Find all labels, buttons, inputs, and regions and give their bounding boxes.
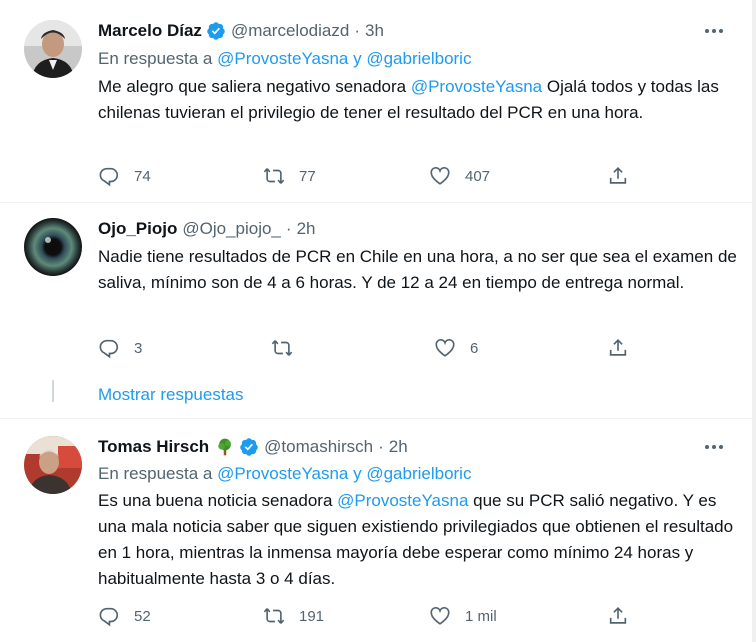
retweet-button[interactable]: 191 — [263, 603, 324, 629]
divider — [0, 202, 752, 203]
tweet-text-part: Me alegro que saliera negativo senadora — [98, 77, 411, 96]
tweet-tomas-hirsch[interactable]: Tomas Hirsch @tomashirsch · 2h En respue… — [0, 436, 752, 636]
like-button[interactable]: 1 mil — [429, 603, 497, 629]
share-button[interactable] — [607, 335, 629, 361]
share-icon — [609, 607, 627, 624]
tweet-text-part: Es una buena noticia senadora — [98, 491, 338, 510]
reply-button[interactable]: 52 — [98, 603, 151, 629]
retweet-button[interactable]: 77 — [263, 163, 316, 189]
tweet-marcelo-diaz[interactable]: Marcelo Díaz @marcelodiazd · 3h En respu… — [0, 20, 752, 190]
author-handle[interactable]: @tomashirsch — [264, 437, 373, 457]
reply-count: 74 — [134, 167, 151, 185]
reply-prefix: En respuesta a — [98, 49, 213, 68]
like-count: 1 mil — [465, 607, 497, 625]
reply-mentions[interactable]: @ProvosteYasna y @gabrielboric — [217, 464, 471, 483]
avatar[interactable] — [24, 20, 82, 78]
share-icon — [609, 167, 627, 184]
share-icon — [609, 339, 627, 356]
reply-button[interactable]: 74 — [98, 163, 151, 189]
tweet-actions: 3 6 — [98, 335, 638, 361]
tweet-header: Marcelo Díaz @marcelodiazd · 3h — [98, 20, 384, 42]
retweet-icon — [271, 340, 293, 356]
thread-line — [52, 380, 54, 402]
tweet-header: Tomas Hirsch @tomashirsch · 2h — [98, 436, 408, 458]
like-icon — [435, 338, 455, 357]
more-icon[interactable] — [702, 436, 726, 458]
tweet-ojo-piojo[interactable]: Ojo_Piojo @Ojo_piojo_ · 2h Nadie tiene r… — [0, 218, 752, 368]
author-name[interactable]: Ojo_Piojo — [98, 219, 177, 239]
scrollbar[interactable] — [752, 0, 756, 642]
tweet-time[interactable]: 2h — [389, 437, 408, 457]
like-count: 407 — [465, 167, 491, 185]
author-name[interactable]: Tomas Hirsch — [98, 437, 209, 457]
separator-dot: · — [378, 437, 384, 456]
tweet-text: Nadie tiene resultados de PCR en Chile e… — [98, 247, 737, 292]
avatar[interactable] — [24, 218, 82, 276]
author-name[interactable]: Marcelo Díaz — [98, 21, 202, 41]
share-button[interactable] — [607, 163, 629, 189]
more-icon[interactable] — [702, 20, 726, 42]
separator-dot: · — [354, 21, 360, 40]
reply-icon — [99, 607, 119, 627]
mention-link[interactable]: @ProvosteYasna — [337, 491, 468, 510]
retweet-button[interactable] — [271, 335, 307, 361]
tweet-header: Ojo_Piojo @Ojo_piojo_ · 2h — [98, 218, 315, 240]
avatar[interactable] — [24, 436, 82, 494]
reply-icon — [99, 167, 119, 187]
reply-context: En respuesta a @ProvosteYasna y @gabriel… — [98, 49, 471, 69]
tweet-time[interactable]: 2h — [297, 219, 316, 239]
author-handle[interactable]: @Ojo_piojo_ — [182, 219, 281, 239]
like-icon — [430, 166, 450, 185]
reply-count: 52 — [134, 607, 151, 625]
reply-prefix: En respuesta a — [98, 464, 213, 483]
mention-link[interactable]: @ProvosteYasna — [411, 77, 542, 96]
tree-emoji-icon — [218, 438, 232, 456]
reply-mentions[interactable]: @ProvosteYasna y @gabrielboric — [217, 49, 471, 68]
verified-icon — [240, 438, 258, 456]
reply-context: En respuesta a @ProvosteYasna y @gabriel… — [98, 464, 471, 484]
like-button[interactable]: 407 — [429, 163, 490, 189]
like-icon — [430, 606, 450, 625]
retweet-icon — [263, 608, 285, 624]
reply-button[interactable]: 3 — [98, 335, 142, 361]
like-button[interactable]: 6 — [434, 335, 478, 361]
retweet-count: 191 — [299, 607, 325, 625]
show-replies-link[interactable]: Mostrar respuestas — [98, 385, 244, 405]
like-count: 6 — [470, 339, 479, 357]
tweet-actions: 52 191 1 mil — [98, 603, 638, 629]
share-button[interactable] — [607, 603, 629, 629]
divider — [0, 418, 752, 419]
tweet-time[interactable]: 3h — [365, 21, 384, 41]
retweet-icon — [263, 168, 285, 184]
tweet-actions: 74 77 407 — [98, 163, 638, 189]
verified-icon — [207, 22, 225, 40]
author-handle[interactable]: @marcelodiazd — [231, 21, 349, 41]
reply-count: 3 — [134, 339, 143, 357]
retweet-count: 77 — [299, 167, 316, 185]
reply-icon — [99, 339, 119, 359]
separator-dot: · — [285, 219, 292, 238]
tweet-text: Es una buena noticia senadora @ProvosteY… — [98, 488, 738, 592]
tweet-text: Me alegro que saliera negativo senadora … — [98, 74, 738, 126]
